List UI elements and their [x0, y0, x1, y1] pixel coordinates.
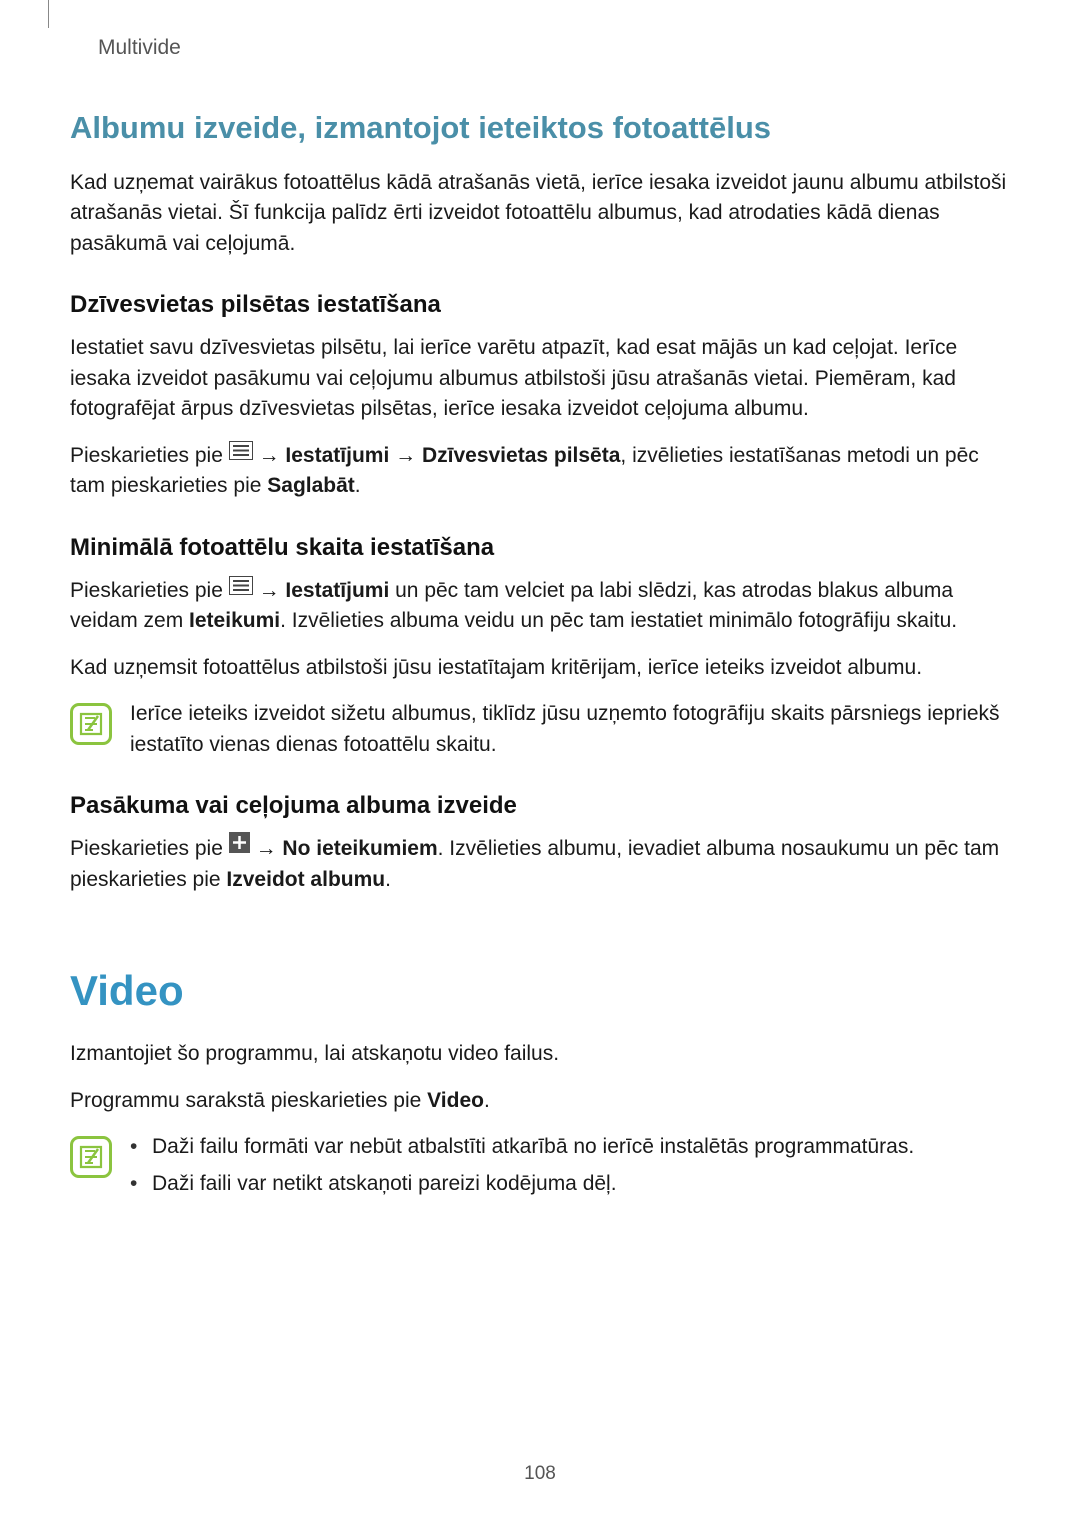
sub3-p1-pre: Pieskarieties pie	[70, 837, 229, 860]
menu-icon	[229, 574, 253, 604]
sub3-bold2: Izveidot albumu	[226, 868, 385, 891]
sub2-after2: . Izvēlieties albuma veidu un pēc tam ie…	[280, 609, 957, 632]
sub2-bold1: Iestatījumi	[285, 579, 389, 602]
sub3-bold1: No ieteikumiem	[282, 837, 437, 860]
sub1-p2-pre: Pieskarieties pie	[70, 444, 229, 467]
note-block-1: Ierīce ieteiks izveidot sižetu albumus, …	[70, 699, 1010, 760]
arrow: →	[253, 444, 286, 467]
note-text-1: Ierīce ieteiks izveidot sižetu albumus, …	[130, 699, 1010, 760]
video-p2-end: .	[484, 1089, 490, 1112]
video-p1: Izmantojiet šo programmu, lai atskaņotu …	[70, 1039, 1010, 1069]
menu-icon	[229, 439, 253, 469]
sub1-end: .	[355, 474, 361, 497]
video-p2-bold: Video	[427, 1089, 484, 1112]
sub2-p1-pre: Pieskarieties pie	[70, 579, 229, 602]
note-text-2: Daži failu formāti var nebūt atbalstīti …	[130, 1132, 914, 1205]
sub1-bold3: Saglabāt	[267, 474, 355, 497]
note-icon	[70, 1136, 112, 1178]
sub3-title: Pasākuma vai ceļojuma albuma izveide	[70, 792, 1010, 820]
arrow: →	[253, 579, 286, 602]
arrow: →	[389, 444, 422, 467]
sub1-p1: Iestatiet savu dzīvesvietas pilsētu, lai…	[70, 333, 1010, 424]
sub3-end: .	[385, 868, 391, 891]
video-title: Video	[70, 967, 1010, 1015]
sub1-bold1: Iestatījumi	[285, 444, 389, 467]
video-p2: Programmu sarakstā pieskarieties pie Vid…	[70, 1086, 1010, 1116]
section1-intro: Kad uzņemat vairākus fotoattēlus kādā at…	[70, 168, 1010, 259]
note2-item-0: Daži failu formāti var nebūt atbalstīti …	[130, 1132, 914, 1162]
sub2-p2: Kad uzņemsit fotoattēlus atbilstoši jūsu…	[70, 653, 1010, 683]
page-content: Albumu izveide, izmantojot ieteiktos fot…	[70, 110, 1010, 1215]
page-number: 108	[0, 1463, 1080, 1485]
sub3-p1: Pieskarieties pie → No ieteikumiem. Izvē…	[70, 834, 1010, 895]
sub2-title: Minimālā fotoattēlu skaita iestatīšana	[70, 534, 1010, 562]
arrow: →	[250, 837, 283, 860]
plus-icon	[229, 832, 250, 862]
page-margin-line	[48, 0, 49, 28]
sub2-bold2: Ieteikumi	[189, 609, 280, 632]
breadcrumb: Multivide	[98, 36, 181, 60]
note2-item-1: Daži faili var netikt atskaņoti pareizi …	[130, 1169, 914, 1199]
sub1-p2: Pieskarieties pie → Iestatījumi → Dzīves…	[70, 441, 1010, 502]
section-album-title: Albumu izveide, izmantojot ieteiktos fot…	[70, 110, 1010, 146]
note-block-2: Daži failu formāti var nebūt atbalstīti …	[70, 1132, 1010, 1205]
note-icon	[70, 703, 112, 745]
sub2-p1: Pieskarieties pie → Iestatījumi un pēc t…	[70, 576, 1010, 637]
sub1-bold2: Dzīvesvietas pilsēta	[422, 444, 620, 467]
sub1-title: Dzīvesvietas pilsētas iestatīšana	[70, 291, 1010, 319]
video-p2-pre: Programmu sarakstā pieskarieties pie	[70, 1089, 427, 1112]
